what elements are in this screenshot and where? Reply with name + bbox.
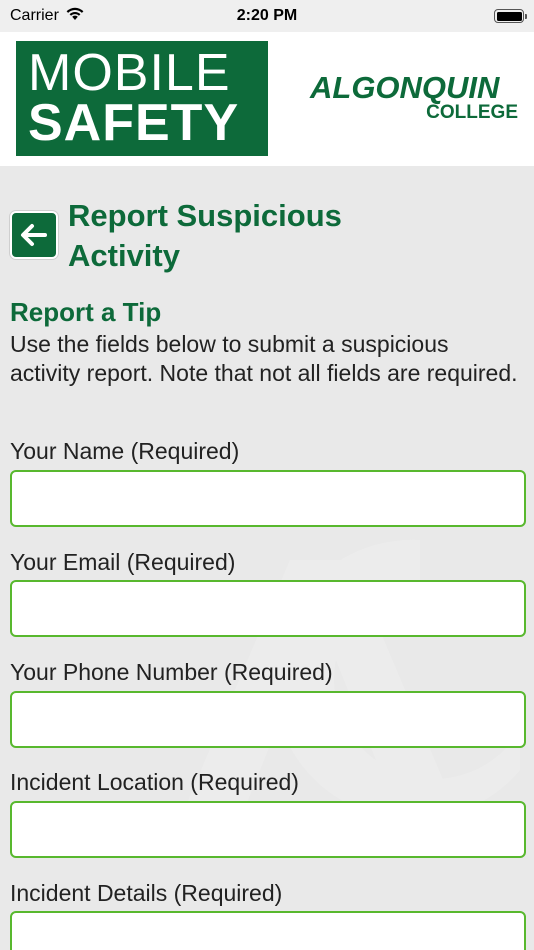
phone-label: Your Phone Number (Required) xyxy=(10,659,333,685)
section-title: Report a Tip xyxy=(10,297,162,327)
logo-line-2: SAFETY xyxy=(28,93,240,152)
details-label: Incident Details (Required) xyxy=(10,880,283,906)
logo-line-1: MOBILE xyxy=(28,44,231,103)
header: MOBILE SAFETY ALGONQUIN COLLEGE xyxy=(0,32,534,166)
carrier-label: Carrier xyxy=(10,7,59,24)
battery-icon xyxy=(494,9,527,23)
back-button[interactable] xyxy=(10,211,58,259)
details-field[interactable] xyxy=(10,911,526,950)
college-logo: ALGONQUIN COLLEGE xyxy=(310,72,520,132)
arrow-left-icon xyxy=(21,224,47,246)
status-bar: Carrier 2:20 PM xyxy=(0,0,534,32)
mobile-safety-logo: MOBILE SAFETY xyxy=(16,41,268,156)
college-sub: COLLEGE xyxy=(426,102,518,123)
status-left: Carrier xyxy=(10,7,85,26)
name-field[interactable] xyxy=(10,470,526,527)
phone-field[interactable] xyxy=(10,691,526,748)
intro-text: Use the fields below to submit a suspici… xyxy=(10,331,518,386)
location-field[interactable] xyxy=(10,801,526,858)
college-name: ALGONQUIN xyxy=(310,70,500,105)
wifi-icon xyxy=(65,7,85,26)
location-label: Incident Location (Required) xyxy=(10,769,299,795)
page-title: Report Suspicious Activity xyxy=(68,198,342,273)
name-label: Your Name (Required) xyxy=(10,438,240,464)
email-label: Your Email (Required) xyxy=(10,549,236,575)
main-content: Report Suspicious Activity Report a Tip … xyxy=(0,166,534,950)
email-field[interactable] xyxy=(10,580,526,637)
